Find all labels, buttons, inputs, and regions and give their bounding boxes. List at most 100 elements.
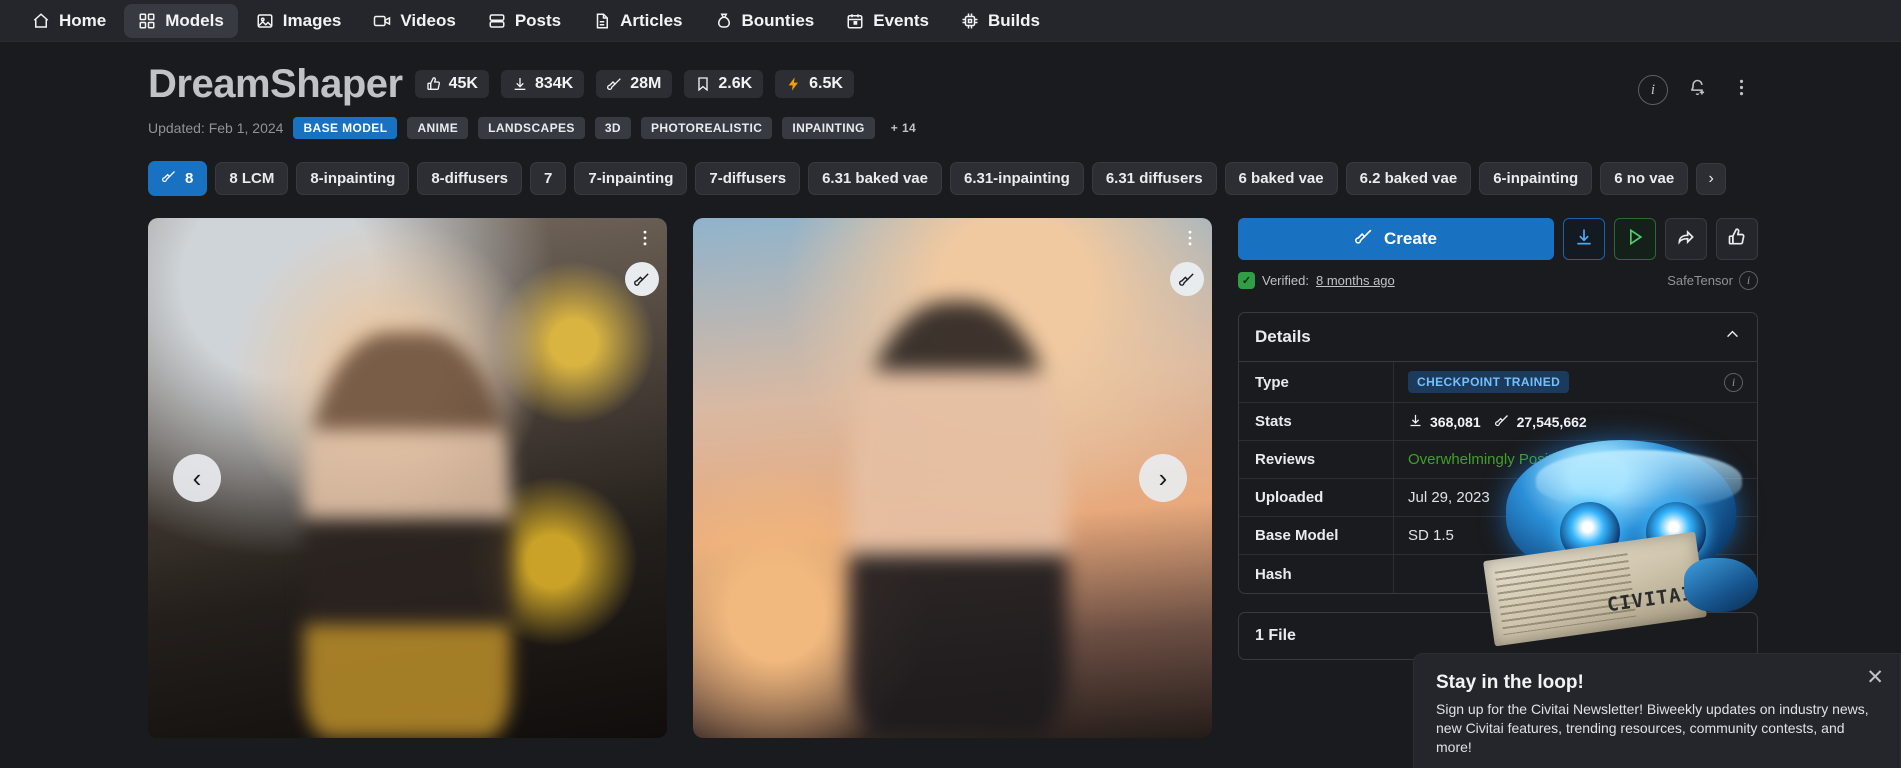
image-more-options[interactable] <box>1180 228 1200 253</box>
create-label: Create <box>1384 229 1437 248</box>
details-panel-header[interactable]: Details <box>1239 313 1757 362</box>
nav-item-home[interactable]: Home <box>18 4 120 38</box>
info-icon[interactable]: i <box>1739 271 1758 290</box>
stat-bookmarks[interactable]: 2.6K <box>684 70 764 98</box>
stat-value: 6.5K <box>809 75 843 92</box>
page-title: DreamShaper <box>148 62 403 106</box>
updated-date: Updated: Feb 1, 2024 <box>148 120 284 136</box>
detail-row-stats: Stats 368,081 27,545,662 <box>1239 403 1757 441</box>
action-row: Create <box>1238 218 1758 260</box>
stat-value: 834K <box>534 75 574 92</box>
verified-label: Verified: <box>1262 273 1309 288</box>
detail-key: Type <box>1239 362 1394 402</box>
newsletter-title: Stay in the loop! <box>1436 672 1584 693</box>
share-icon <box>1676 227 1696 252</box>
nav-item-videos[interactable]: Videos <box>359 4 469 38</box>
detail-row-uploaded: Uploaded Jul 29, 2023 <box>1239 479 1757 517</box>
stat-buzz[interactable]: 6.5K <box>775 70 854 98</box>
tag-inpainting[interactable]: INPAINTING <box>782 117 875 139</box>
nav-item-events[interactable]: Events <box>832 4 943 38</box>
grid-icon <box>138 12 156 30</box>
info-icon[interactable]: i <box>1724 372 1743 392</box>
image-more-options[interactable] <box>635 228 655 253</box>
verification-row: ✓ Verified: 8 months ago SafeTensor i <box>1238 271 1758 290</box>
gallery-prev-button[interactable]: ‹ <box>173 454 221 502</box>
detail-value: Overwhelmingly Positive <box>1408 451 1572 468</box>
brush-icon <box>607 76 623 92</box>
brush-icon <box>1494 413 1510 431</box>
info-button[interactable]: i <box>1633 70 1673 110</box>
close-icon[interactable]: ✕ <box>1866 667 1884 688</box>
stat-downloads[interactable]: 834K <box>500 70 585 98</box>
cpu-icon <box>961 12 979 30</box>
version-pill[interactable]: 6 no vae <box>1600 162 1689 195</box>
detail-row-type: Type CHECKPOINT TRAINED i <box>1239 362 1757 403</box>
detail-value: 368,081 27,545,662 <box>1394 404 1757 440</box>
nav-label: Videos <box>400 10 456 30</box>
nav-item-posts[interactable]: Posts <box>474 4 575 38</box>
details-panel: Details Type CHECKPOINT TRAINED i Stats <box>1238 312 1758 594</box>
stat-value: 2.6K <box>718 75 753 92</box>
download-button[interactable] <box>1563 218 1605 260</box>
calendar-icon <box>846 12 864 30</box>
nav-label: Home <box>59 10 107 30</box>
detail-key: Reviews <box>1239 441 1394 478</box>
version-pill[interactable]: 6 baked vae <box>1224 162 1338 195</box>
meta-row: Updated: Feb 1, 2024 BASE MODEL ANIME LA… <box>148 117 1633 139</box>
create-button[interactable]: Create <box>1238 218 1554 260</box>
nav-item-models[interactable]: Models <box>124 3 238 38</box>
verified-time-link[interactable]: 8 months ago <box>1316 273 1395 288</box>
version-pill[interactable]: 7 <box>530 162 567 195</box>
gallery-image-1[interactable]: ‹ <box>148 218 667 738</box>
tag-landscapes[interactable]: LANDSCAPES <box>478 117 585 139</box>
notify-button[interactable] <box>1677 70 1717 110</box>
version-pill[interactable]: 6.31 diffusers <box>1091 162 1217 195</box>
version-pill[interactable]: 7-diffusers <box>695 162 801 195</box>
version-pill[interactable]: 6.31-inpainting <box>949 162 1084 195</box>
detail-value: Jul 29, 2023 <box>1408 489 1490 506</box>
share-button[interactable] <box>1665 218 1707 260</box>
chevron-up-icon <box>1724 326 1741 348</box>
tag-base-model[interactable]: BASE MODEL <box>293 117 398 139</box>
nav-label: Articles <box>620 10 683 30</box>
version-pill[interactable]: 8-inpainting <box>296 162 410 195</box>
image-gallery: ‹ › <box>148 218 1212 738</box>
image-remix-icon[interactable] <box>625 262 659 296</box>
version-pill[interactable]: 7-inpainting <box>574 162 688 195</box>
image-remix-icon[interactable] <box>1170 262 1204 296</box>
nav-item-images[interactable]: Images <box>242 4 356 38</box>
version-pill[interactable]: 8 LCM <box>215 162 289 195</box>
gallery-image-2[interactable]: › <box>693 218 1212 738</box>
stat-value: 27,545,662 <box>1516 413 1587 430</box>
gallery-next-button[interactable]: › <box>1139 454 1187 502</box>
nav-item-articles[interactable]: Articles <box>579 4 696 38</box>
stat-value: 28M <box>630 75 662 92</box>
version-pill[interactable]: 8-diffusers <box>417 162 523 195</box>
version-next-button[interactable]: › <box>1696 162 1727 195</box>
stat-likes[interactable]: 45K <box>414 70 489 98</box>
brush-icon <box>162 169 177 188</box>
stat-generations[interactable]: 28M <box>596 70 673 98</box>
nav-item-bounties[interactable]: Bounties <box>701 4 829 38</box>
detail-row-reviews: Reviews Overwhelmingly Positive <box>1239 441 1757 479</box>
like-button[interactable] <box>1716 218 1758 260</box>
tag-3d[interactable]: 3D <box>594 117 631 139</box>
version-pill[interactable]: 6.31 baked vae <box>808 162 942 195</box>
tag-photorealistic[interactable]: PHOTOREALISTIC <box>640 117 773 139</box>
version-pill-active[interactable]: 8 <box>148 161 208 196</box>
detail-value: SD 1.5 <box>1408 527 1454 544</box>
tag-more-count[interactable]: + 14 <box>885 117 926 139</box>
download-icon <box>1408 413 1423 431</box>
details-title: Details <box>1255 327 1311 346</box>
more-options-button[interactable] <box>1721 70 1761 110</box>
stat-value: 45K <box>448 75 478 92</box>
version-pill[interactable]: 6.2 baked vae <box>1345 162 1472 195</box>
nav-item-builds[interactable]: Builds <box>947 4 1054 38</box>
version-pill[interactable]: 6-inpainting <box>1479 162 1593 195</box>
home-icon <box>32 12 50 30</box>
detail-key: Base Model <box>1239 517 1394 554</box>
nav-label: Models <box>165 10 224 30</box>
nav-label: Images <box>282 10 342 30</box>
tag-anime[interactable]: ANIME <box>407 117 469 139</box>
run-button[interactable] <box>1614 218 1656 260</box>
